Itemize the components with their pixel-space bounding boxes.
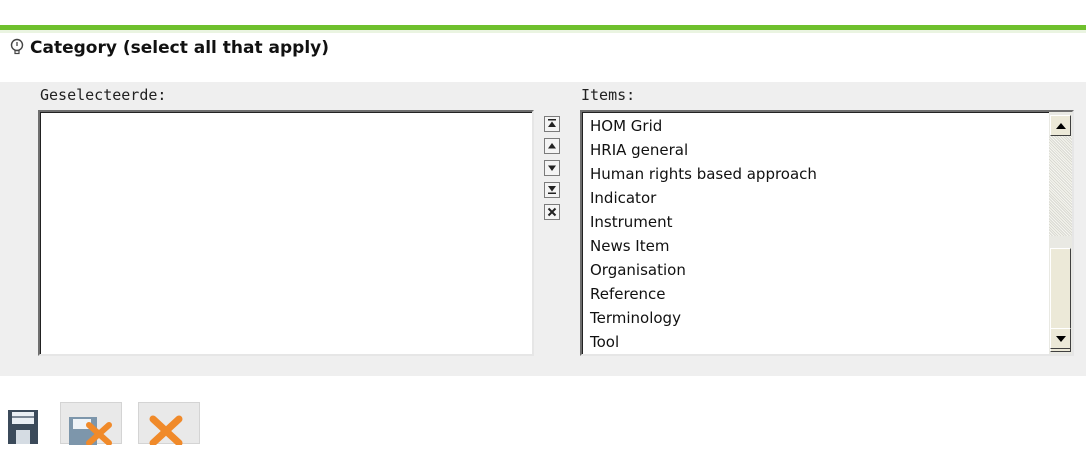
chevron-down-icon bbox=[1056, 336, 1066, 342]
list-item[interactable]: Instrument bbox=[582, 210, 1042, 234]
cancel-button[interactable] bbox=[138, 402, 200, 447]
list-item[interactable]: Human rights based approach bbox=[582, 162, 1042, 186]
items-listbox[interactable]: HOM Grid HRIA general Human rights based… bbox=[580, 110, 1074, 356]
scrollbar-track[interactable] bbox=[1049, 136, 1072, 236]
move-down-button[interactable] bbox=[544, 160, 560, 176]
items-label: Items: bbox=[581, 86, 636, 104]
move-to-top-button[interactable] bbox=[544, 116, 560, 132]
chevron-up-icon bbox=[1056, 123, 1066, 129]
selected-listbox[interactable] bbox=[38, 110, 534, 356]
save-and-cancel-button[interactable] bbox=[60, 402, 122, 446]
list-item[interactable]: Organisation bbox=[582, 258, 1042, 282]
list-item[interactable]: Tool bbox=[582, 330, 1042, 354]
list-item[interactable]: Terminology bbox=[582, 306, 1042, 330]
scroll-up-button[interactable] bbox=[1050, 115, 1071, 136]
hint-bulb-icon bbox=[8, 38, 26, 56]
list-item[interactable]: Reference bbox=[582, 282, 1042, 306]
cancel-icon bbox=[149, 415, 183, 447]
list-item[interactable]: Indicator bbox=[582, 186, 1042, 210]
section-header: Category (select all that apply) bbox=[0, 30, 1086, 82]
save-icon bbox=[8, 410, 38, 444]
list-item[interactable]: HRIA general bbox=[582, 138, 1042, 162]
move-up-button[interactable] bbox=[544, 138, 560, 154]
remove-button[interactable] bbox=[544, 204, 560, 220]
selected-label: Geselecteerde: bbox=[40, 86, 167, 104]
list-item[interactable]: News Item bbox=[582, 234, 1042, 258]
section-title: Category (select all that apply) bbox=[30, 38, 330, 58]
list-item[interactable]: HOM Grid bbox=[582, 114, 1042, 138]
save-cancel-icon bbox=[69, 417, 112, 446]
items-scrollbar[interactable] bbox=[1049, 112, 1072, 354]
items-list: HOM Grid HRIA general Human rights based… bbox=[582, 114, 1042, 354]
save-button[interactable] bbox=[0, 402, 52, 444]
scroll-down-button[interactable] bbox=[1050, 328, 1071, 349]
move-to-bottom-button[interactable] bbox=[544, 182, 560, 198]
